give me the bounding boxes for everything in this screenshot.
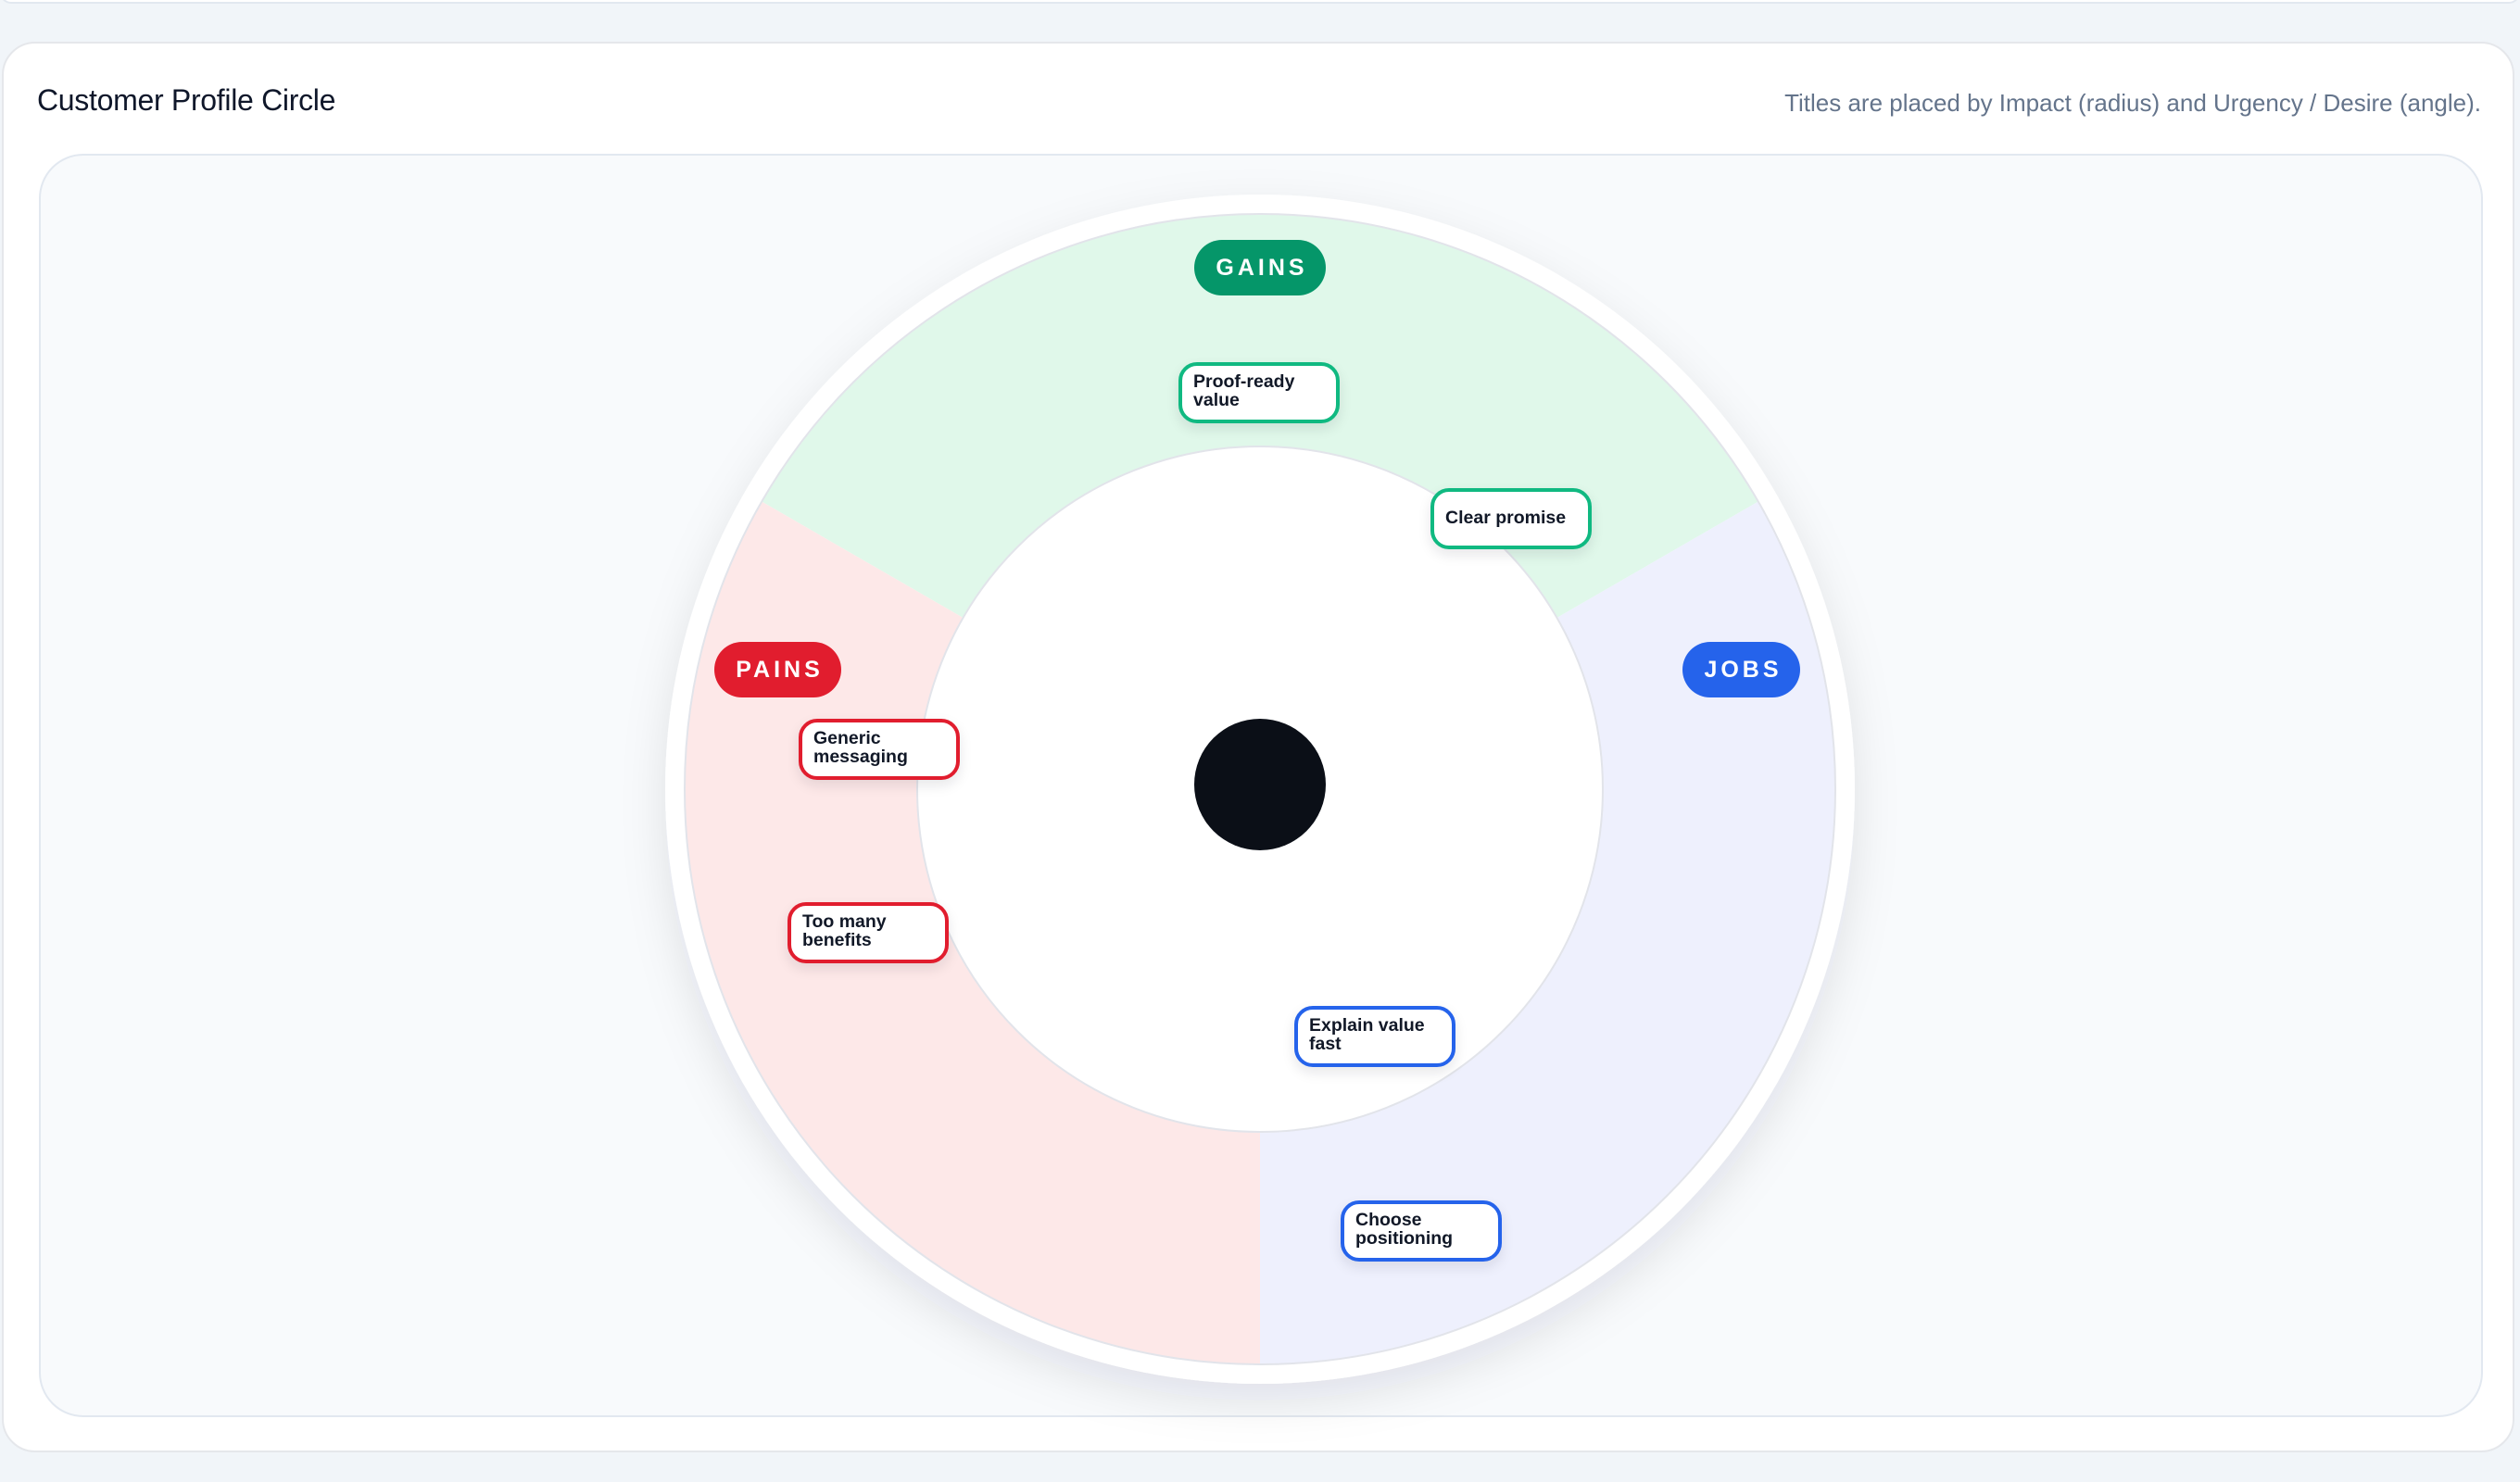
chip-line: Clear promise xyxy=(1445,508,1567,528)
center-avatar[interactable] xyxy=(1194,719,1326,850)
gain-chip-clear-promise[interactable]: Clear promise xyxy=(1430,488,1592,549)
chip-line: Generic xyxy=(813,728,881,748)
gains-label[interactable]: GAINS xyxy=(1194,240,1326,295)
pain-chip-too-many-benefits[interactable]: Too many benefits xyxy=(788,902,949,963)
gain-chip-proof-ready-value[interactable]: Proof-ready value xyxy=(1178,362,1340,423)
chip-line: value xyxy=(1193,390,1240,410)
chip-line: fast xyxy=(1309,1034,1342,1054)
chip-line: Choose xyxy=(1355,1210,1422,1230)
card-title: Customer Profile Circle xyxy=(37,83,336,117)
chip-line: Explain value xyxy=(1309,1015,1425,1036)
chip-line: benefits xyxy=(802,930,872,950)
jobs-label[interactable]: JOBS xyxy=(1682,642,1800,697)
job-chip-choose-positioning[interactable]: Choose positioning xyxy=(1341,1200,1502,1262)
chip-line: Too many xyxy=(802,911,887,932)
pain-chip-generic-messaging[interactable]: Generic messaging xyxy=(799,719,960,780)
card-hint: Titles are placed by Impact (radius) and… xyxy=(1784,89,2481,117)
chip-line: messaging xyxy=(813,747,908,767)
chip-line: positioning xyxy=(1355,1228,1454,1249)
previous-card xyxy=(0,0,2520,4)
chip-line: Proof-ready xyxy=(1193,371,1295,392)
pains-label[interactable]: PAINS xyxy=(714,642,841,697)
job-chip-explain-value-fast[interactable]: Explain value fast xyxy=(1294,1006,1455,1067)
